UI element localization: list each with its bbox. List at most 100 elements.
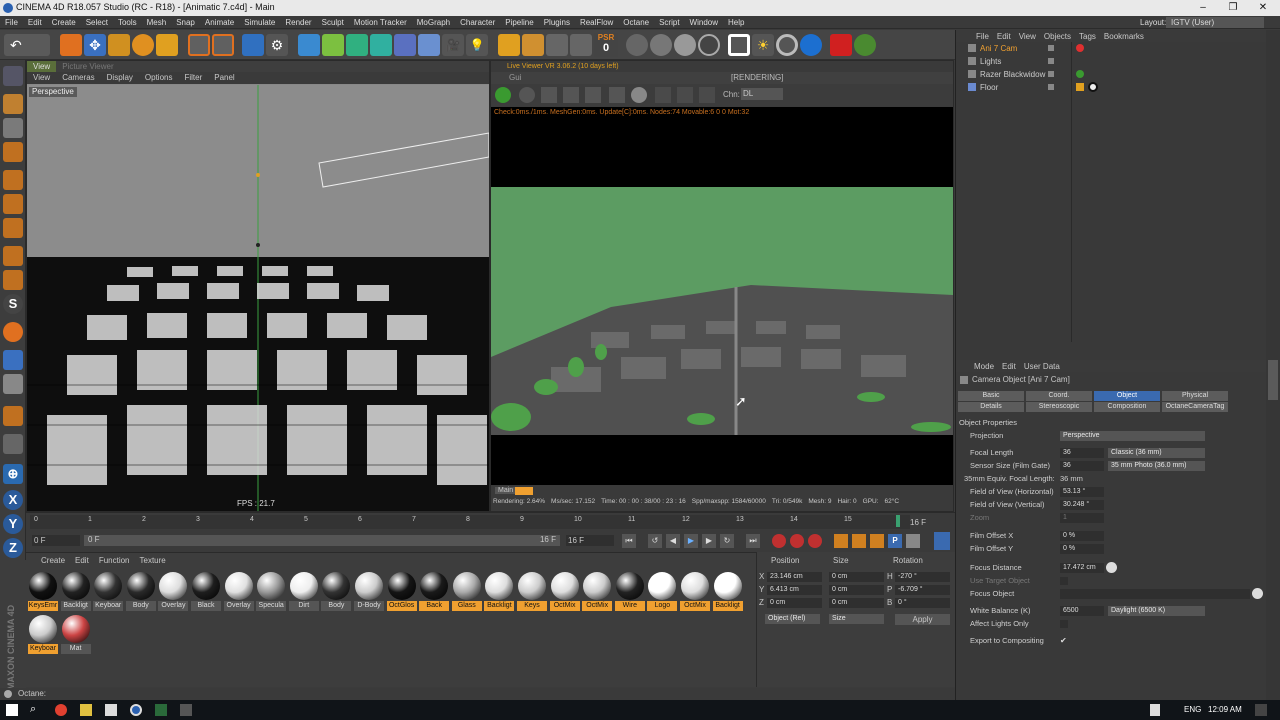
autokey-icon[interactable] bbox=[790, 534, 804, 548]
send-scene-icon[interactable] bbox=[495, 87, 511, 103]
focus-object-link[interactable] bbox=[1060, 589, 1250, 599]
object-row-camera[interactable]: Ani 7 Cam bbox=[956, 42, 1280, 55]
stop-icon[interactable] bbox=[563, 87, 579, 103]
display-icon[interactable] bbox=[728, 34, 750, 56]
points-mode-icon[interactable] bbox=[3, 170, 23, 190]
menu-motion-tracker[interactable]: Motion Tracker bbox=[349, 16, 412, 29]
menu-help[interactable]: Help bbox=[723, 16, 749, 29]
settings-icon[interactable] bbox=[585, 87, 601, 103]
end-frame-field[interactable]: 16 F bbox=[566, 535, 614, 546]
am-menu-mode[interactable]: Mode bbox=[970, 362, 998, 371]
focus-distance-field[interactable]: 17.472 cm bbox=[1060, 563, 1104, 573]
pick-object-icon[interactable] bbox=[1252, 588, 1263, 599]
menu-create[interactable]: Create bbox=[47, 16, 81, 29]
tray-icons[interactable] bbox=[1150, 704, 1160, 716]
use-target-checkbox[interactable] bbox=[1060, 577, 1068, 585]
locked-workplane-icon[interactable] bbox=[3, 322, 23, 342]
apply-button[interactable]: Apply bbox=[895, 614, 950, 625]
render-region-icon[interactable] bbox=[188, 34, 210, 56]
start-frame-field[interactable]: 0 F bbox=[32, 535, 80, 546]
tab-composition[interactable]: Composition bbox=[1094, 402, 1160, 412]
scale-icon[interactable] bbox=[108, 34, 130, 56]
workplane-icon[interactable] bbox=[3, 142, 23, 162]
material-tile[interactable]: Keyboar bbox=[28, 614, 58, 654]
record-icon[interactable] bbox=[830, 34, 852, 56]
perspective-viewport[interactable]: View Picture Viewer View Cameras Display… bbox=[26, 60, 490, 512]
key-param-icon[interactable]: P bbox=[888, 534, 902, 548]
am-menu-user-data[interactable]: User Data bbox=[1020, 362, 1064, 371]
om-menu-edit[interactable]: Edit bbox=[993, 32, 1015, 41]
film-offset-x-field[interactable]: 0 % bbox=[1060, 531, 1104, 541]
rot-b-field[interactable]: 0 ° bbox=[895, 598, 950, 608]
material-tile[interactable]: Keys bbox=[517, 571, 547, 611]
maximize-button[interactable]: ❐ bbox=[1218, 0, 1248, 16]
fov-horizontal-field[interactable]: 53.13 ° bbox=[1060, 487, 1104, 497]
close-button[interactable]: ✕ bbox=[1248, 0, 1278, 16]
material-tile[interactable]: Body bbox=[125, 571, 156, 611]
tab-details[interactable]: Details bbox=[958, 402, 1024, 412]
tab-object[interactable]: Object bbox=[1094, 391, 1160, 401]
film-offset-y-field[interactable]: 0 % bbox=[1060, 544, 1104, 554]
menu-script[interactable]: Script bbox=[654, 16, 684, 29]
mm-menu-function[interactable]: Function bbox=[94, 556, 135, 565]
menu-plugins[interactable]: Plugins bbox=[539, 16, 575, 29]
play-icon[interactable]: ▶ bbox=[684, 534, 698, 548]
material-tile[interactable]: Wire bbox=[614, 571, 645, 611]
material-tag-icon[interactable] bbox=[1088, 82, 1098, 92]
viewport-menu-cameras[interactable]: Cameras bbox=[56, 72, 100, 84]
undo-icon[interactable]: ↶ bbox=[4, 34, 50, 56]
viewport-menu-panel[interactable]: Panel bbox=[208, 72, 240, 84]
make-editable-icon[interactable] bbox=[3, 66, 23, 86]
material-tile[interactable]: D-Body bbox=[354, 571, 384, 611]
app-icon-1[interactable] bbox=[105, 704, 117, 716]
texture-mode-icon[interactable] bbox=[3, 118, 23, 138]
size-x-field[interactable]: 0 cm bbox=[829, 572, 884, 582]
y-axis-lock-icon[interactable]: Y bbox=[3, 514, 23, 534]
restart-icon[interactable] bbox=[519, 87, 535, 103]
material-tile[interactable]: Dirt bbox=[288, 571, 319, 611]
material-tile[interactable]: Overlay bbox=[223, 571, 254, 611]
sensor-size-preset[interactable]: 35 mm Photo (36.0 mm) bbox=[1108, 461, 1205, 471]
material-tile[interactable]: Back bbox=[419, 571, 450, 611]
illustrator-icon[interactable] bbox=[155, 704, 167, 716]
explorer-icon[interactable] bbox=[80, 704, 92, 716]
size-y-field[interactable]: 0 cm bbox=[829, 585, 884, 595]
focus-pick-icon[interactable] bbox=[1106, 562, 1117, 573]
material-tile[interactable]: Logo bbox=[647, 571, 678, 611]
character-icon[interactable] bbox=[522, 34, 544, 56]
fov-vertical-field[interactable]: 30.248 ° bbox=[1060, 500, 1104, 510]
sky-icon[interactable] bbox=[800, 34, 822, 56]
next-key-icon[interactable]: ↻ bbox=[720, 534, 734, 548]
model-mode-icon[interactable] bbox=[3, 94, 23, 114]
contrast-icon[interactable] bbox=[776, 34, 798, 56]
material-tile[interactable]: KeysEmr bbox=[28, 571, 58, 611]
tab-basic[interactable]: Basic bbox=[958, 391, 1024, 401]
playhead[interactable] bbox=[896, 515, 900, 527]
goto-start-icon[interactable]: ⏮ bbox=[622, 534, 636, 548]
floor-icon[interactable] bbox=[418, 34, 440, 56]
subdivision-icon[interactable] bbox=[346, 34, 368, 56]
size-mode-dropdown[interactable]: Size bbox=[829, 614, 884, 624]
menu-realflow[interactable]: RealFlow bbox=[575, 16, 618, 29]
object-row-floor[interactable]: Floor bbox=[956, 81, 1280, 94]
material-preview-icon[interactable] bbox=[631, 87, 647, 103]
octane-sphere-icon[interactable] bbox=[626, 34, 648, 56]
mm-menu-texture[interactable]: Texture bbox=[135, 556, 171, 565]
octane-camera-tag-icon[interactable] bbox=[1076, 44, 1084, 52]
object-row-razer[interactable]: Razer Blackwidow bbox=[956, 68, 1280, 81]
live-viewer-gui-menu[interactable]: Gui bbox=[509, 73, 521, 82]
tab-stereoscopic[interactable]: Stereoscopic bbox=[1026, 402, 1092, 412]
region-icon[interactable] bbox=[609, 87, 625, 103]
timeline-ruler[interactable] bbox=[30, 515, 910, 529]
focal-length-preset[interactable]: Classic (36 mm) bbox=[1108, 448, 1205, 458]
menu-render[interactable]: Render bbox=[280, 16, 316, 29]
menu-select[interactable]: Select bbox=[81, 16, 113, 29]
menu-character[interactable]: Character bbox=[455, 16, 500, 29]
x-axis-lock-icon[interactable]: X bbox=[3, 490, 23, 510]
menu-tools[interactable]: Tools bbox=[113, 16, 142, 29]
menu-simulate[interactable]: Simulate bbox=[239, 16, 280, 29]
preview-range-slider[interactable]: 0 F 16 F bbox=[84, 535, 560, 546]
white-balance-preset[interactable]: Daylight (6500 K) bbox=[1108, 606, 1205, 616]
material-tile[interactable]: OctMix bbox=[549, 571, 580, 611]
rot-h-field[interactable]: -270 ° bbox=[895, 572, 950, 582]
